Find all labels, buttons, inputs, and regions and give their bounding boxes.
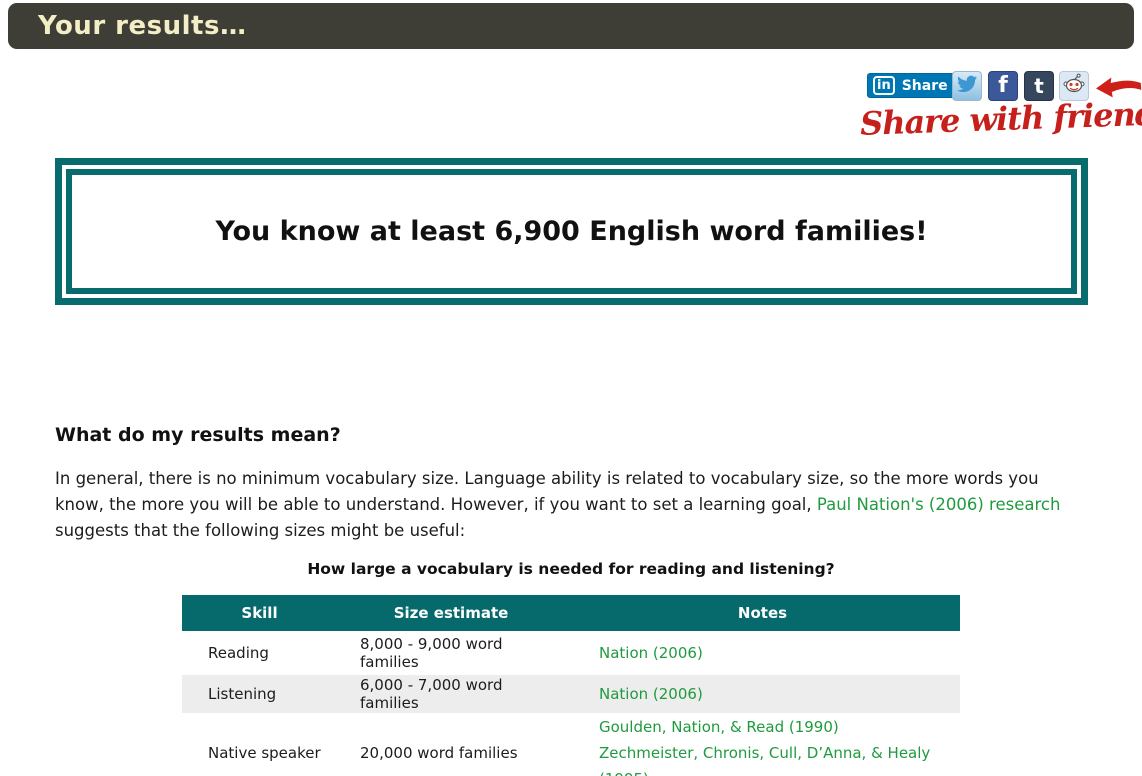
notes-cell: Goulden, Nation, & Read (1990) Zechmeist… [565, 713, 960, 776]
zechmeister-et-al-link[interactable]: Zechmeister, Chronis, Cull, D’Anna, & He… [599, 744, 930, 776]
page-header-bar: Your results… [8, 3, 1134, 49]
tumblr-share-button[interactable]: t [1024, 71, 1054, 101]
nation-2006-link[interactable]: Nation (2006) [599, 685, 703, 703]
paragraph-text-after: suggests that the following sizes might … [55, 521, 466, 540]
table-row-reading: Reading 8,000 - 9,000 word families Nati… [182, 631, 960, 675]
vocab-table-section: How large a vocabulary is needed for rea… [182, 560, 960, 776]
vocab-table: Skill Size estimate Notes Reading 8,000 … [182, 595, 960, 776]
table-header-row: Skill Size estimate Notes [182, 595, 960, 631]
skill-cell: Reading [208, 644, 269, 662]
notes-cell: Nation (2006) [565, 631, 960, 675]
linkedin-share-label: Share [901, 77, 948, 94]
results-page: Your results… in Share f t Share with fr… [0, 0, 1142, 776]
facebook-icon: f [998, 73, 1008, 98]
linkedin-share-button[interactable]: in Share [867, 73, 958, 98]
tumblr-icon: t [1034, 74, 1044, 98]
column-header-skill: Skill [182, 595, 337, 631]
nation-2006-link[interactable]: Nation (2006) [599, 644, 703, 662]
skill-cell: Listening [182, 675, 337, 713]
size-cell: 8,000 - 9,000 word families [360, 635, 503, 671]
column-header-notes: Notes [565, 595, 960, 631]
table-row-listening: Listening 6,000 - 7,000 word families Na… [182, 675, 960, 713]
share-with-friends-annotation: Share with friends! [859, 93, 1142, 143]
reddit-alien-icon [1062, 72, 1086, 100]
column-header-size: Size estimate [337, 595, 565, 631]
paul-nation-research-link[interactable]: Paul Nation's (2006) research [817, 495, 1061, 514]
skill-cell: Native speaker [208, 744, 321, 762]
notes-cell: Nation (2006) [565, 675, 960, 713]
size-cell: 6,000 - 7,000 word families [337, 675, 565, 713]
goulden-nation-read-link[interactable]: Goulden, Nation, & Read (1990) [599, 718, 839, 736]
facebook-share-button[interactable]: f [988, 71, 1018, 101]
table-title: How large a vocabulary is needed for rea… [307, 560, 835, 578]
twitter-share-button[interactable] [952, 71, 982, 101]
table-row-native-speaker: Native speaker 20,000 word families Goul… [182, 713, 960, 776]
result-message: You know at least 6,900 English word fam… [215, 216, 928, 247]
result-box: You know at least 6,900 English word fam… [55, 158, 1088, 305]
twitter-bird-icon [956, 73, 978, 99]
linkedin-icon: in [873, 76, 895, 95]
section-heading: What do my results mean? [55, 424, 341, 446]
result-box-inner: You know at least 6,900 English word fam… [66, 169, 1077, 294]
size-cell: 20,000 word families [360, 744, 518, 762]
explanation-paragraph: In general, there is no minimum vocabula… [55, 466, 1087, 544]
page-title: Your results… [38, 11, 247, 41]
